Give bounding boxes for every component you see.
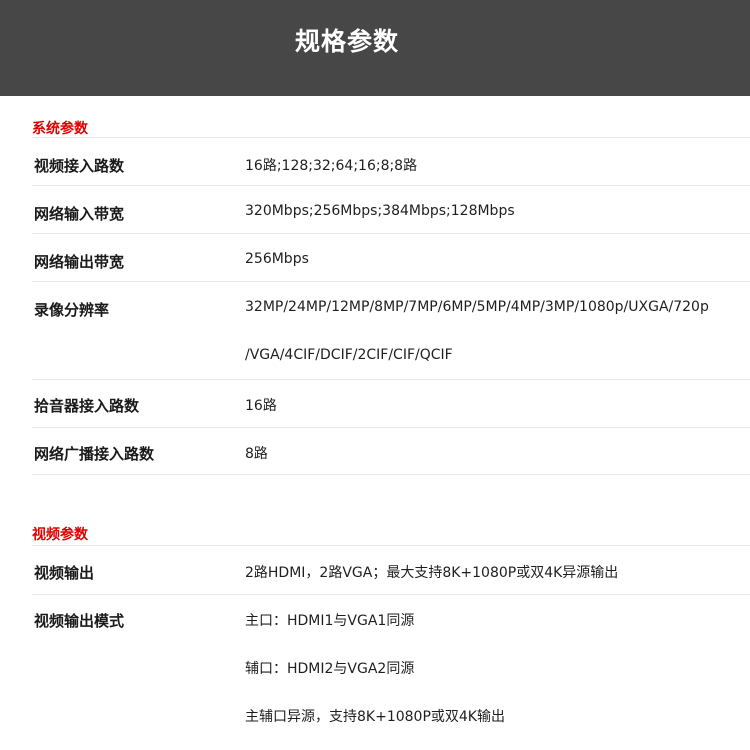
divider <box>32 427 750 428</box>
spec-value-network-input-bandwidth: 320Mbps;256Mbps;384Mbps;128Mbps <box>245 203 515 219</box>
spec-value-video-output-mode-line3: 主辅口异源，支持8K+1080P或双4K输出 <box>245 709 505 725</box>
spec-label-video-output: 视频输出 <box>34 564 95 582</box>
spec-value-network-broadcast-channels: 8路 <box>245 446 268 462</box>
spec-label-network-input-bandwidth: 网络输入带宽 <box>34 205 125 223</box>
spec-value-recording-resolution-line1: 32MP/24MP/12MP/8MP/7MP/6MP/5MP/4MP/3MP/1… <box>245 299 709 315</box>
divider <box>32 233 750 234</box>
spec-label-network-broadcast-channels: 网络广播接入路数 <box>34 445 155 463</box>
spec-value-video-output-mode-line1: 主口：HDMI1与VGA1同源 <box>245 613 415 629</box>
divider <box>32 137 750 138</box>
spec-label-audio-pickup-channels: 拾音器接入路数 <box>34 397 140 415</box>
section-title-system: 系统参数 <box>32 121 88 137</box>
spec-value-network-output-bandwidth: 256Mbps <box>245 251 309 267</box>
spec-label-video-output-mode: 视频输出模式 <box>34 612 125 630</box>
spec-value-video-output: 2路HDMI，2路VGA；最大支持8K+1080P或双4K异源输出 <box>245 565 619 581</box>
page-header: 规格参数 <box>0 0 750 96</box>
divider <box>32 474 750 475</box>
section-title-video: 视频参数 <box>32 527 88 543</box>
divider <box>32 545 750 546</box>
spec-label-network-output-bandwidth: 网络输出带宽 <box>34 253 125 271</box>
spec-value-video-output-mode-line2: 辅口：HDMI2与VGA2同源 <box>245 661 415 677</box>
divider <box>32 379 750 380</box>
spec-label-video-input-channels: 视频接入路数 <box>34 157 125 175</box>
page-title: 规格参数 <box>294 27 399 56</box>
spec-value-recording-resolution-line2: /VGA/4CIF/DCIF/2CIF/CIF/QCIF <box>245 347 453 363</box>
divider <box>32 594 750 595</box>
spec-value-audio-pickup-channels: 16路 <box>245 398 277 414</box>
spec-label-recording-resolution: 录像分辨率 <box>34 301 110 319</box>
divider <box>32 281 750 282</box>
spec-card: 系统参数 视频接入路数 16路;128;32;64;16;8;8路 网络输入带宽… <box>2 96 750 750</box>
divider <box>32 185 750 186</box>
spec-value-video-input-channels: 16路;128;32;64;16;8;8路 <box>245 158 418 174</box>
